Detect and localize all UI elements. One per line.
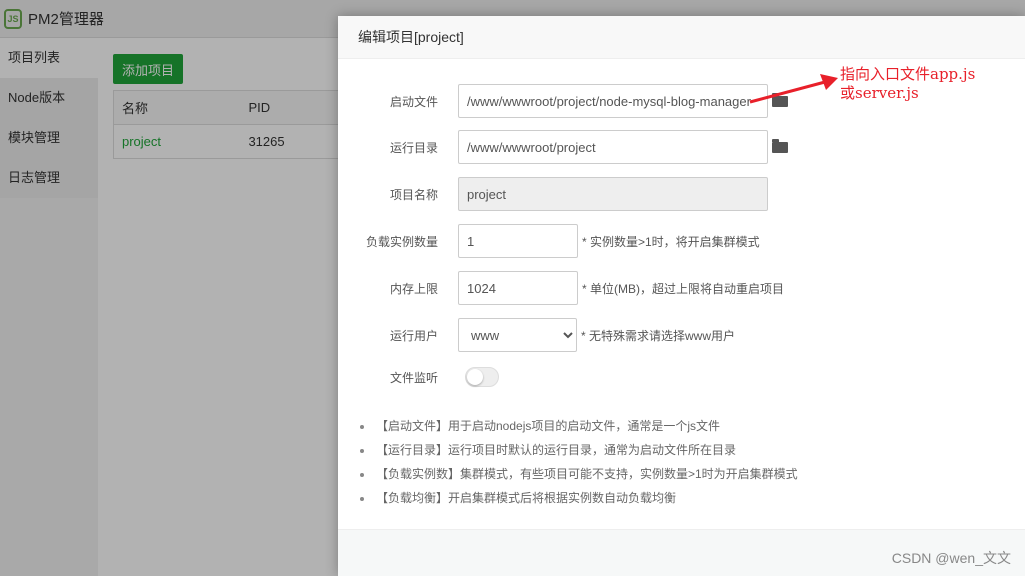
memory-hint: * 单位(MB)，超过上限将自动重启项目 bbox=[582, 281, 784, 296]
dialog-title: 编辑项目[project] bbox=[338, 16, 1025, 59]
run-dir-input[interactable] bbox=[458, 130, 768, 164]
annotation-line-2: 或server.js bbox=[840, 84, 919, 102]
memory-label: 内存上限 bbox=[389, 281, 438, 296]
watermark: CSDN @wen_文文 bbox=[891, 550, 1011, 566]
instances-hint: * 实例数量>1时，将开启集群模式 bbox=[582, 234, 760, 249]
project-name-label: 项目名称 bbox=[389, 187, 438, 202]
help-notes: 【启动文件】用于启动nodejs项目的启动文件，通常是一个js文件 【运行目录】… bbox=[358, 414, 798, 510]
annotation-arrow-icon bbox=[749, 74, 838, 104]
note-item: 【负载实例数】集群模式，有些项目可能不支持，实例数量>1时为开启集群模式 bbox=[358, 462, 798, 486]
annotation-text: 指向入口文件app.js 或server.js bbox=[840, 65, 975, 103]
project-name-input bbox=[458, 177, 768, 211]
note-item: 【运行目录】运行项目时默认的运行目录，通常为启动文件所在目录 bbox=[358, 438, 798, 462]
run-dir-label: 运行目录 bbox=[389, 140, 438, 155]
note-item: 【启动文件】用于启动nodejs项目的启动文件，通常是一个js文件 bbox=[358, 414, 798, 438]
instances-input[interactable] bbox=[458, 224, 578, 258]
folder-icon[interactable] bbox=[772, 138, 788, 153]
run-user-hint: * 无特殊需求请选择www用户 bbox=[581, 328, 736, 343]
run-user-label: 运行用户 bbox=[389, 328, 438, 343]
start-file-input[interactable] bbox=[458, 84, 768, 118]
memory-input[interactable] bbox=[458, 271, 578, 305]
file-watch-label: 文件监听 bbox=[389, 370, 438, 385]
start-file-label: 启动文件 bbox=[389, 94, 438, 109]
note-item: 【负载均衡】开启集群模式后将根据实例数自动负载均衡 bbox=[358, 486, 798, 510]
file-watch-toggle[interactable] bbox=[465, 367, 499, 387]
run-user-select[interactable]: www bbox=[458, 318, 577, 352]
instances-label: 负载实例数量 bbox=[365, 234, 438, 249]
annotation-line-1: 指向入口文件app.js bbox=[840, 65, 976, 83]
